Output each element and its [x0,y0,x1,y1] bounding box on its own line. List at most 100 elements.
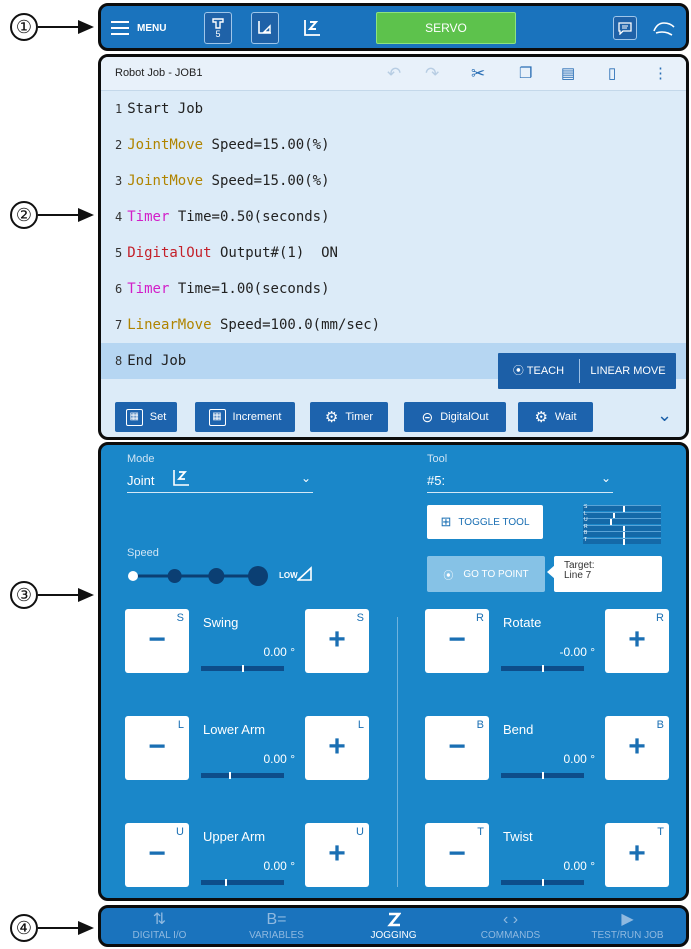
figure: ① ② ③ ④ MENU 5 SERVO Robot Job - JOB1 ↶ … [0,0,691,949]
jog-minus-button[interactable]: − L [125,716,189,780]
job-line[interactable]: 5 DigitalOut Output#(1) ON [101,235,686,271]
line-number: 3 [115,174,123,188]
job-line[interactable]: 3 JointMove Speed=15.00(%) [101,163,686,199]
minus-icon: − [448,837,466,870]
hamburger-icon [111,21,129,35]
axis-position-thumb [541,772,544,779]
job-line[interactable]: 2 JointMove Speed=15.00(%) [101,127,686,163]
cmd-digitalout-button[interactable]: ⊝ DigitalOut [404,402,506,432]
axis-position-thumb [541,879,544,886]
teach-label: TEACH [526,365,565,377]
axis-letter: S [176,612,184,624]
copy-icon[interactable]: ❐ [519,64,532,82]
jog-minus-button[interactable]: − S [125,609,189,673]
speed-step[interactable] [248,566,268,586]
teach-pendant-hand-icon [653,22,675,36]
job-editor: Robot Job - JOB1 ↶ ↷ ✂ ❐ ▤ ▯ ⋮ 1 Start Jo… [98,54,689,440]
mode-value[interactable]: Joint [127,473,154,488]
mini-axis-letter: T [584,536,588,543]
callout-4: ④ [0,913,100,943]
jog-plus-button[interactable]: + R [605,609,669,673]
job-line[interactable]: 4 Timer Time=0.50(seconds) [101,199,686,235]
cut-icon[interactable]: ✂ [471,64,485,84]
axis-position-track [501,772,584,779]
axis-letter: U [356,826,364,838]
plus-icon: + [328,730,346,763]
chevron-down-icon[interactable]: ⌄ [657,405,672,426]
message-button[interactable] [613,16,637,40]
top-toolbar: MENU 5 SERVO [98,3,689,51]
nav-item[interactable]: ‹ › COMMANDS [452,908,569,944]
jog-plus-button[interactable]: + U [305,823,369,887]
callout-2: ② [0,200,100,230]
axis-name: Swing [203,615,239,630]
paste-icon[interactable]: ▤ [561,64,575,82]
teach-button[interactable]: ⦿ TEACH [498,359,580,383]
go-to-point-button[interactable]: ⦿ GO TO POINT [427,556,545,592]
speed-step[interactable] [167,569,182,583]
line-number: 4 [115,210,123,224]
nav-item[interactable]: JOGGING [335,908,452,944]
callout-arrow-head [78,921,94,935]
tool-value[interactable]: #5: [427,473,445,488]
joint-frame-icon [173,470,189,486]
axis-divider [397,617,398,887]
linear-move-button[interactable]: LINEAR MOVE [580,365,676,377]
cmd-set-button[interactable]: ▦ Set [115,402,177,432]
menu-button[interactable]: MENU [111,12,191,44]
speed-label: Speed [127,547,159,559]
cmd-timer-button[interactable]: ⚙ Timer [310,402,388,432]
axis-name: Rotate [503,615,542,630]
robot-tool-icon [212,18,224,29]
jog-minus-button[interactable]: − T [425,823,489,887]
axis-letter: L [357,719,364,731]
line-number: 1 [115,102,123,116]
undo-icon[interactable]: ↶ [387,64,401,84]
cmd-wait-button[interactable]: ⚙ Wait [518,402,593,432]
tool-select-button[interactable]: 5 [204,12,232,44]
tool-dropdown-chevron-icon[interactable]: ⌄ [601,471,611,485]
speed-step[interactable] [208,568,225,584]
job-line[interactable]: 6 Timer Time=1.00(seconds) [101,271,686,307]
joint-frame-button[interactable] [298,12,326,44]
job-line[interactable]: 7 LinearMove Speed=100.0(mm/sec) [101,307,686,343]
jog-plus-button[interactable]: + B [605,716,669,780]
plus-icon: + [328,837,346,870]
cmd-increment-button[interactable]: ▦ Increment [195,402,295,432]
jog-minus-button[interactable]: − U [125,823,189,887]
callout-number: ④ [10,914,38,942]
speed-step[interactable] [128,571,138,581]
mode-dropdown-chevron-icon[interactable]: ⌄ [301,471,311,485]
servo-button[interactable]: SERVO [376,12,516,44]
jog-minus-button[interactable]: − B [425,716,489,780]
jog-minus-button[interactable]: − R [425,609,489,673]
callout-arrow-line [38,927,82,929]
speed-slider[interactable] [125,563,270,589]
toggle-tool-button[interactable]: ⊞ TOGGLE TOOL [427,505,543,539]
line-args: Output#(1) ON [211,245,338,261]
mode-label: Mode [127,453,155,465]
jog-plus-button[interactable]: + S [305,609,369,673]
hand-guide-button[interactable] [649,12,679,44]
line-keyword: JointMove [127,137,204,153]
delete-icon[interactable]: ▯ [608,64,616,82]
jog-plus-button[interactable]: + T [605,823,669,887]
jog-plus-button[interactable]: + L [305,716,369,780]
nav-item[interactable]: B= VARIABLES [218,908,335,944]
callout-3: ③ [0,580,100,610]
gear-icon: ⚙ [534,409,548,426]
redo-icon[interactable]: ↷ [425,64,439,84]
nav-item[interactable]: ▶ TEST/RUN JOB [569,908,686,944]
minus-icon: − [448,623,466,656]
jogging-icon [335,908,452,930]
callout-1: ① [0,12,100,42]
mini-axis-letter: L [584,510,587,517]
axis-letter: B [656,719,664,731]
callout-arrow-line [38,214,82,216]
variables-icon: B= [266,911,287,928]
more-icon[interactable]: ⋮ [653,64,668,82]
coordinate-frame-button[interactable] [251,12,279,44]
job-line[interactable]: 1 Start Job [101,91,686,127]
nav-item[interactable]: ⇅ DIGITAL I/O [101,908,218,944]
axis-name: Lower Arm [203,722,266,737]
